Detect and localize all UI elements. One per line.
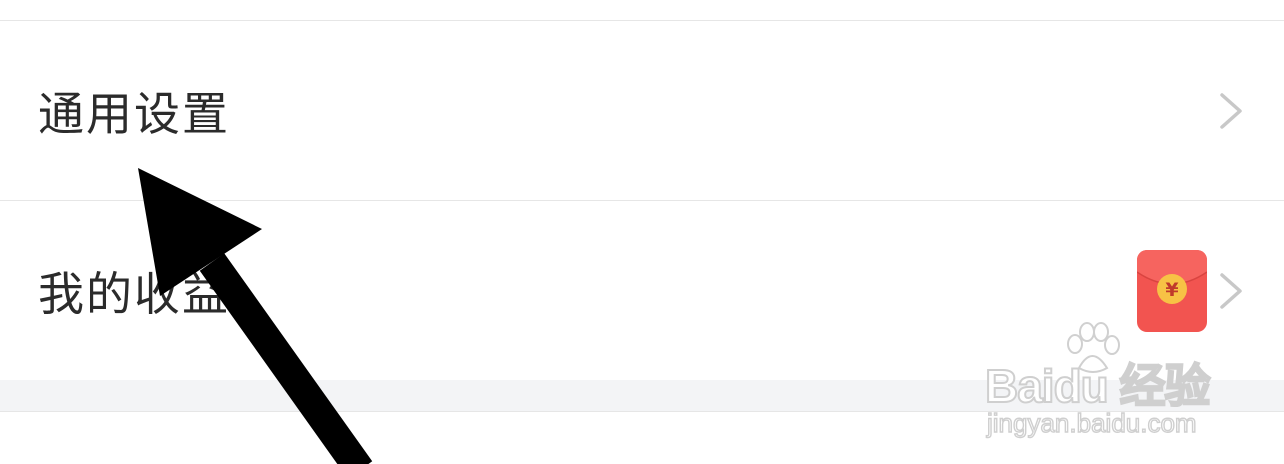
watermark-url: jingyan.baidu.com <box>986 407 1197 438</box>
red-envelope-icon: ¥ <box>1137 249 1207 332</box>
general-settings-label: 通用设置 <box>38 86 230 141</box>
general-settings-row[interactable]: 通用设置 <box>0 21 1284 200</box>
chevron-right-icon <box>1220 272 1242 309</box>
baidu-jingyan-watermark: Baidu 经验 jingyan.baidu.com <box>983 322 1223 440</box>
chevron-right-icon <box>1220 92 1242 129</box>
watermark-brand: Baidu 经验 <box>984 359 1212 413</box>
my-earnings-label: 我的收益 <box>38 266 230 321</box>
yuan-symbol: ¥ <box>1165 279 1178 301</box>
